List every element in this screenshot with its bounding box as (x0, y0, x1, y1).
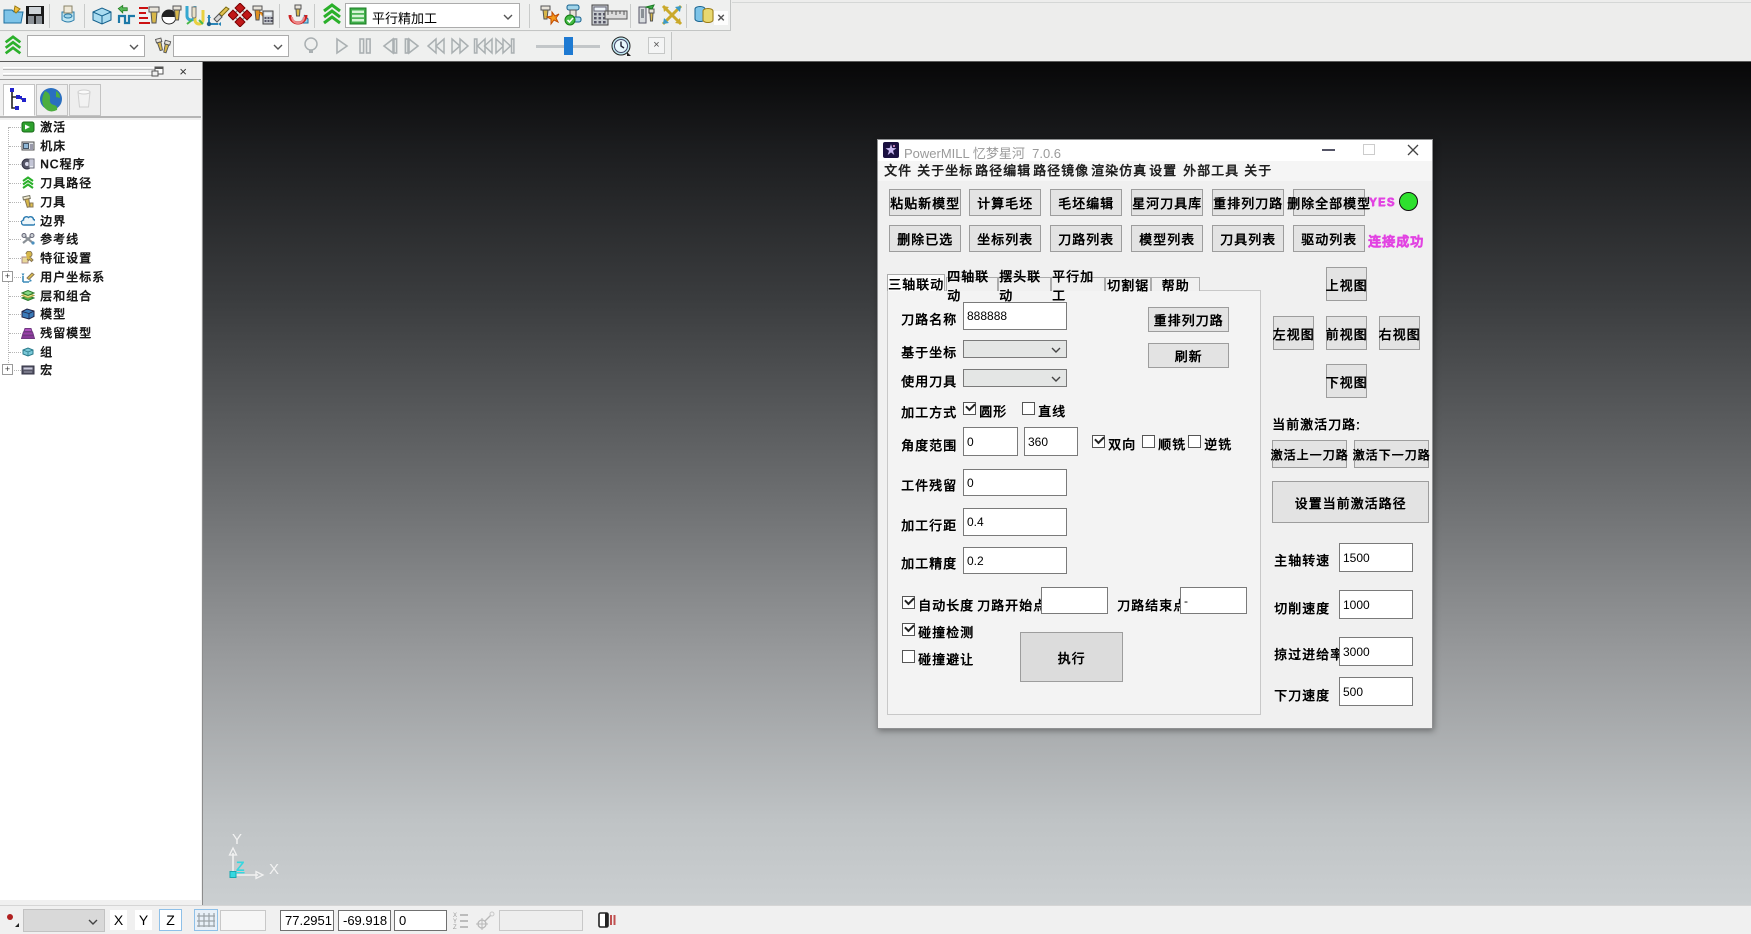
svg-text:Z: Z (453, 925, 457, 930)
svg-text:Z: Z (236, 858, 245, 874)
svg-text:X: X (269, 861, 279, 878)
svg-text:Y: Y (232, 831, 242, 848)
